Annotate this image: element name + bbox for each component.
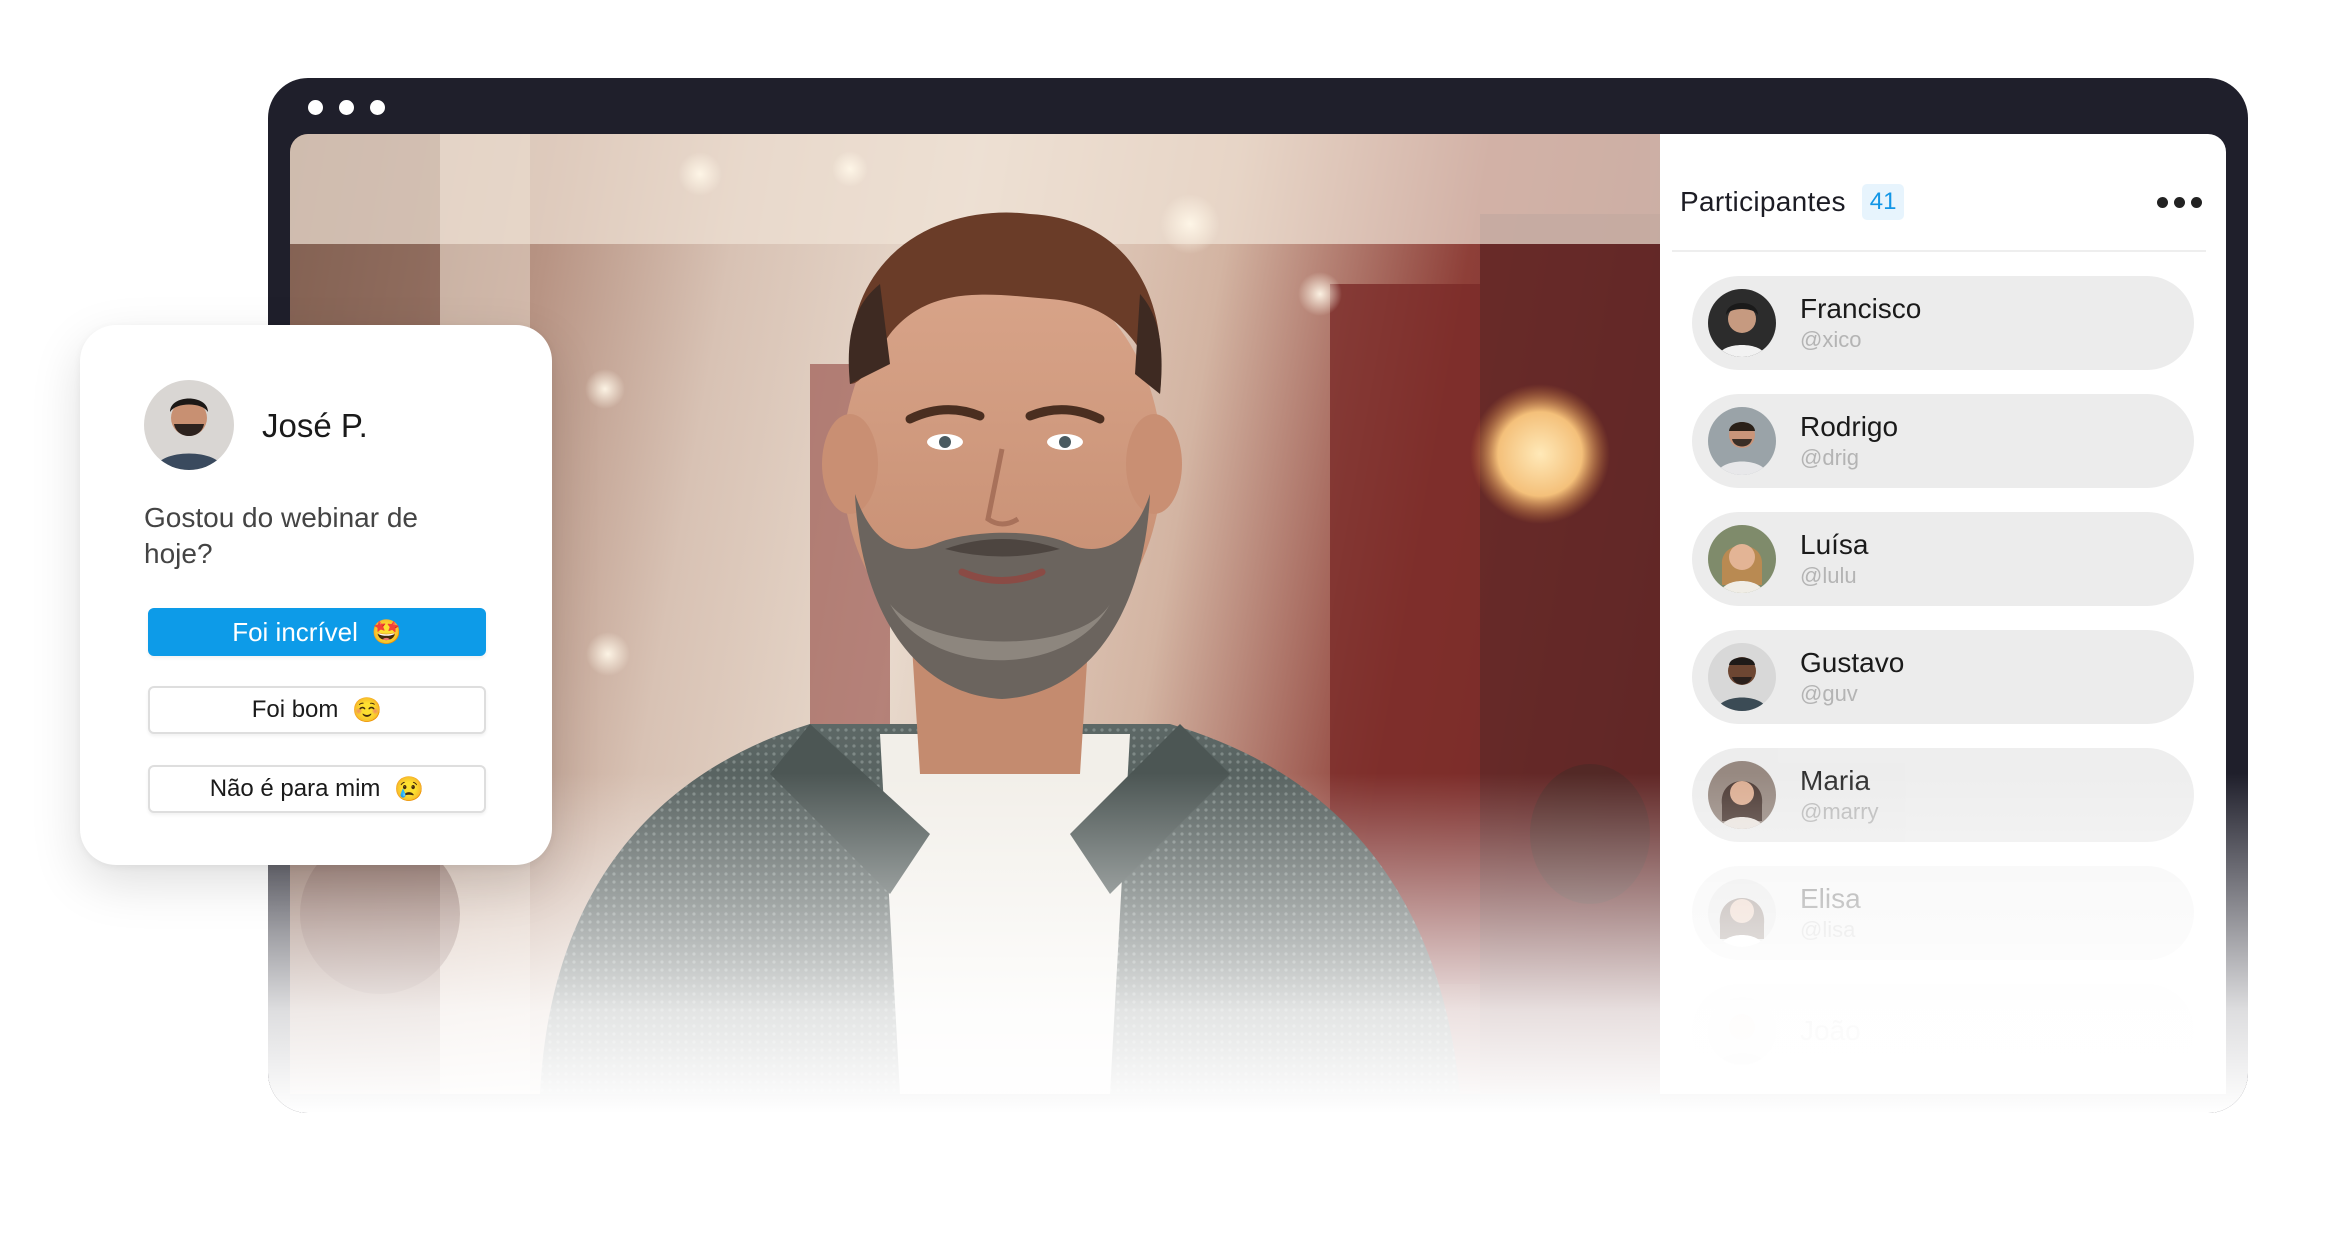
participant-handle: @drig	[1800, 445, 1860, 470]
participant-name: Luísa	[1800, 529, 1869, 560]
poll-option-label: Foi incrível	[232, 616, 358, 647]
poll-question: Gostou do webinar de hoje?	[144, 502, 418, 569]
participant-name: Rodrigo	[1800, 411, 1899, 442]
avatar	[144, 380, 234, 470]
divider	[1672, 250, 2206, 252]
participant-name: Maria	[1800, 765, 1871, 796]
participant-name: Francisco	[1800, 293, 1922, 324]
participant-item[interactable]: Elisa @lisa	[1692, 866, 2194, 960]
avatar	[1708, 525, 1776, 593]
participant-name: João	[1800, 1015, 1861, 1046]
poll-option-label: Não é para mim	[209, 775, 381, 802]
more-horizontal-icon-dot	[2174, 196, 2185, 208]
smiling-emoji-icon: ☺️	[352, 696, 383, 724]
more-horizontal-icon-dot	[2191, 196, 2202, 208]
window-dot[interactable]	[370, 100, 385, 115]
participant-name: Elisa	[1800, 883, 1861, 914]
participant-handle: @lulu	[1800, 563, 1857, 588]
avatar	[1708, 997, 1776, 1065]
avatar	[1708, 761, 1776, 829]
participants-header: Participantes 41	[1680, 174, 2206, 230]
star-struck-emoji-icon: 🤩	[371, 618, 402, 646]
avatar	[1708, 879, 1776, 947]
participant-item[interactable]: João	[1692, 984, 2194, 1078]
poll-option-button[interactable]: Não é para mim 😢	[148, 765, 486, 813]
poll-option-button[interactable]: Foi incrível 🤩	[148, 608, 486, 656]
window-dot[interactable]	[339, 100, 354, 115]
poll-option-label: Foi bom	[251, 696, 339, 723]
crying-emoji-icon: 😢	[394, 775, 425, 803]
participant-item[interactable]: Gustavo @guv	[1692, 630, 2194, 724]
poll-user-name: José P.	[262, 407, 368, 444]
window-controls	[308, 100, 385, 115]
poll-card: José P. Gostou do webinar de hoje? Foi i…	[80, 325, 552, 865]
window-dot[interactable]	[308, 100, 323, 115]
participants-count-badge: 41	[1861, 184, 1905, 220]
more-options-button[interactable]	[2153, 189, 2206, 216]
participants-panel: Participantes 41 Francisco @xico Rodrigo…	[1660, 134, 2226, 1094]
participant-item[interactable]: Francisco @xico	[1692, 276, 2194, 370]
participants-list: Francisco @xico Rodrigo @drig Luísa @lul…	[1692, 276, 2194, 1102]
participant-handle: @lisa	[1800, 917, 1856, 942]
app-window: Participantes 41 Francisco @xico Rodrigo…	[268, 78, 2248, 1113]
participants-title: Participantes	[1680, 186, 1846, 217]
avatar	[1708, 407, 1776, 475]
participant-handle: @marry	[1800, 799, 1879, 824]
participant-handle: @guv	[1800, 681, 1858, 706]
avatar	[1708, 289, 1776, 357]
poll-option-button[interactable]: Foi bom ☺️	[148, 686, 486, 734]
participant-item[interactable]: Maria @marry	[1692, 748, 2194, 842]
participant-handle: @xico	[1800, 327, 1862, 352]
participant-item[interactable]: Rodrigo @drig	[1692, 394, 2194, 488]
more-horizontal-icon	[2157, 196, 2168, 208]
participant-name: Gustavo	[1800, 647, 1905, 678]
participant-item[interactable]: Luísa @lulu	[1692, 512, 2194, 606]
avatar	[1708, 643, 1776, 711]
